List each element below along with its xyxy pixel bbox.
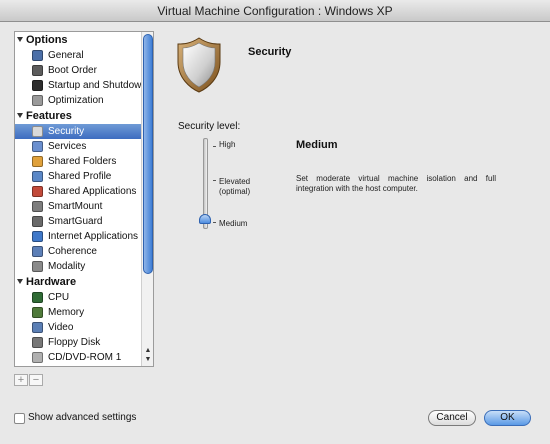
boot-order-icon xyxy=(32,65,43,76)
page-title: Security xyxy=(248,46,292,58)
window-title: Virtual Machine Configuration : Windows … xyxy=(0,0,550,22)
sidebar-item-shared-folders[interactable]: Shared Folders xyxy=(15,154,142,169)
startup-icon xyxy=(32,80,43,91)
optimization-icon xyxy=(32,95,43,106)
scroll-up-arrow-icon[interactable]: ▲ xyxy=(144,347,152,354)
video-icon xyxy=(32,322,43,333)
sidebar-item-services[interactable]: Services xyxy=(15,139,142,154)
sidebar-item-general[interactable]: General xyxy=(15,48,142,63)
level-high-label: High xyxy=(219,140,236,149)
sidebar-item-startup-and-shutdown[interactable]: Startup and Shutdown xyxy=(15,78,147,93)
sidebar-item-boot-order[interactable]: Boot Order xyxy=(15,63,142,78)
sidebar-item-optimization[interactable]: Optimization xyxy=(15,93,142,108)
modality-icon xyxy=(32,261,43,272)
sidebar-item-cpu[interactable]: CPU xyxy=(15,290,142,305)
disclosure-triangle-icon[interactable] xyxy=(17,37,23,42)
sidebar-item-video[interactable]: Video xyxy=(15,320,142,335)
sidebar-item-label: General xyxy=(48,50,84,61)
sidebar-item-shared-profile[interactable]: Shared Profile xyxy=(15,169,142,184)
disclosure-triangle-icon[interactable] xyxy=(17,113,23,118)
security-shield-icon xyxy=(177,37,221,93)
internet-icon xyxy=(32,231,43,242)
sidebar-item-label: Optimization xyxy=(48,95,104,106)
sidebar-item-label: Startup and Shutdown xyxy=(48,80,147,91)
sidebar-item-label: Security xyxy=(48,126,85,137)
scroll-down-arrow-icon[interactable]: ▼ xyxy=(144,356,152,363)
sidebar-item-smartmount[interactable]: SmartMount xyxy=(15,199,142,214)
sidebar-item-label: Video xyxy=(48,322,74,333)
applications-icon xyxy=(32,186,43,197)
sidebar-group-hardware[interactable]: Hardware xyxy=(15,274,142,290)
smartguard-icon xyxy=(32,216,43,227)
sidebar-item-label: Boot Order xyxy=(48,65,97,76)
sidebar-item-label: Shared Folders xyxy=(48,156,117,167)
level-description-title: Medium xyxy=(296,139,338,151)
sidebar-item-label: Memory xyxy=(48,307,85,318)
sidebar-item-smartguard[interactable]: SmartGuard xyxy=(15,214,142,229)
coherence-icon xyxy=(32,246,43,257)
sidebar-item-label: Shared Profile xyxy=(48,171,112,182)
sidebar-item-label: SmartMount xyxy=(48,201,103,212)
sidebar-item-label: Internet Applications xyxy=(48,231,139,242)
sidebar-item-security[interactable]: Security xyxy=(15,124,142,139)
sidebar-item-shared-applications[interactable]: Shared Applications xyxy=(15,184,142,199)
sidebar-group-options[interactable]: Options xyxy=(15,32,142,48)
slider-tick-high xyxy=(213,146,216,147)
sidebar-list: Options General Boot Order Startup and Shut… xyxy=(15,32,147,365)
memory-icon xyxy=(32,307,43,318)
scrollbar-thumb[interactable] xyxy=(143,34,153,274)
sidebar-item-memory[interactable]: Memory xyxy=(15,305,142,320)
sidebar-item-label: Shared Applications xyxy=(48,186,137,197)
shield-icon xyxy=(32,126,43,137)
level-medium-label: Medium xyxy=(219,219,248,228)
level-elevated-label: Elevated (optimal) xyxy=(219,177,251,196)
slider-tick-elevated xyxy=(213,180,216,181)
sidebar-item-internet-applications[interactable]: Internet Applications xyxy=(15,229,142,244)
sidebar-item-label: Modality xyxy=(48,261,86,272)
ok-button[interactable]: OK xyxy=(484,410,531,426)
show-advanced-label[interactable]: Show advanced settings xyxy=(28,412,136,423)
sidebar-scrollbar[interactable]: ▲ ▼ xyxy=(141,32,153,366)
sidebar-item-label: SmartGuard xyxy=(48,216,103,227)
sidebar-item-label: Coherence xyxy=(48,246,97,257)
sidebar-item-label: Floppy Disk xyxy=(48,337,101,348)
sidebar-group-features[interactable]: Features xyxy=(15,108,142,124)
sidebar-item-label: CPU xyxy=(48,292,70,303)
sidebar-group-label: Hardware xyxy=(26,276,77,288)
settings-sidebar: Options General Boot Order Startup and Shut… xyxy=(14,31,154,367)
disclosure-triangle-icon[interactable] xyxy=(17,279,23,284)
sidebar-group-label: Features xyxy=(26,110,72,122)
security-level-slider-knob[interactable] xyxy=(199,214,211,224)
sidebar-item-floppy-disk[interactable]: Floppy Disk xyxy=(15,335,142,350)
floppy-icon xyxy=(32,337,43,348)
cpu-icon xyxy=(32,292,43,303)
show-advanced-checkbox[interactable] xyxy=(14,413,25,424)
services-icon xyxy=(32,141,43,152)
sidebar-item-label: Services xyxy=(48,141,87,152)
profile-icon xyxy=(32,171,43,182)
add-button[interactable]: + xyxy=(14,374,28,386)
sidebar-item-label: CD/DVD-ROM 1 xyxy=(48,352,122,363)
folder-icon xyxy=(32,156,43,167)
monitor-icon xyxy=(32,50,43,61)
sidebar-item-coherence[interactable]: Coherence xyxy=(15,244,142,259)
security-level-label: Security level: xyxy=(178,121,241,132)
slider-tick-medium xyxy=(213,222,216,223)
sidebar-group-label: Options xyxy=(26,34,68,46)
remove-button[interactable]: − xyxy=(29,374,43,386)
cancel-button[interactable]: Cancel xyxy=(428,410,476,426)
sidebar-item-modality[interactable]: Modality xyxy=(15,259,142,274)
level-description-text: Set moderate virtual machine isolation a… xyxy=(296,174,496,193)
sidebar-item-cd-dvd-rom-1[interactable]: CD/DVD-ROM 1 xyxy=(15,350,142,365)
cd-icon xyxy=(32,352,43,363)
smartmount-icon xyxy=(32,201,43,212)
